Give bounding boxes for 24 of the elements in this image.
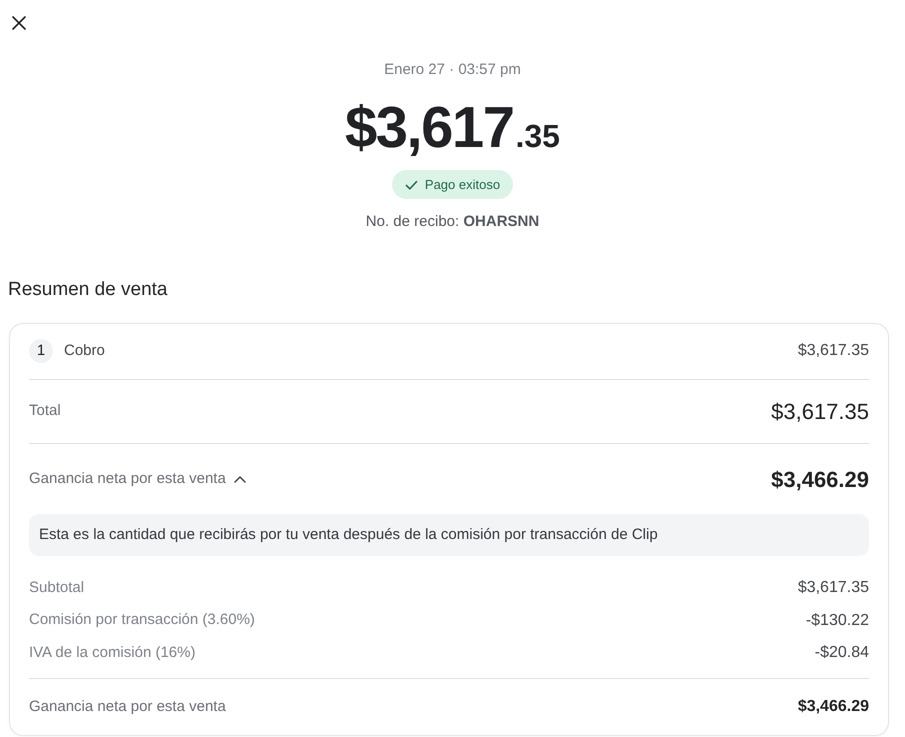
net-earnings-footer-amount: $3,466.29 xyxy=(798,697,869,718)
total-amount: $3,617.35 xyxy=(771,398,869,426)
net-earnings-amount: $3,466.29 xyxy=(771,466,869,494)
quantity-badge: 1 xyxy=(29,339,53,364)
info-note: Esta es la cantidad que recibirás por tu venta después de la comisión por transacción de Clip xyxy=(29,514,869,556)
breakdown-label: Comisión por transacción (3.60%) xyxy=(29,610,255,630)
breakdown-amount: -$20.84 xyxy=(814,643,869,664)
breakdown-amount: $3,617.35 xyxy=(798,578,869,598)
breakdown-label: IVA de la comisión (16%) xyxy=(29,642,196,663)
breakdown-amount: -$130.22 xyxy=(806,610,869,631)
item-name: Cobro xyxy=(64,341,105,362)
net-earnings-label: Ganancia neta por esta venta xyxy=(29,696,226,717)
amount-total: $3,617.35 xyxy=(345,97,560,159)
close-icon xyxy=(12,16,26,30)
close-button[interactable] xyxy=(10,14,27,31)
item-amount: $3,617.35 xyxy=(798,341,869,362)
total-label: Total xyxy=(29,401,61,422)
breakdown-label: Subtotal xyxy=(29,578,84,598)
receipt-number: No. de recibo: OHARSNN xyxy=(366,212,540,232)
net-earnings-toggle[interactable]: Ganancia neta por esta venta xyxy=(29,468,246,490)
section-title: Resumen de venta xyxy=(8,278,168,302)
transaction-date: Enero 27 · 03:57 pm xyxy=(384,60,521,80)
check-icon xyxy=(404,178,418,190)
status-label: Pago exitoso xyxy=(424,176,500,194)
